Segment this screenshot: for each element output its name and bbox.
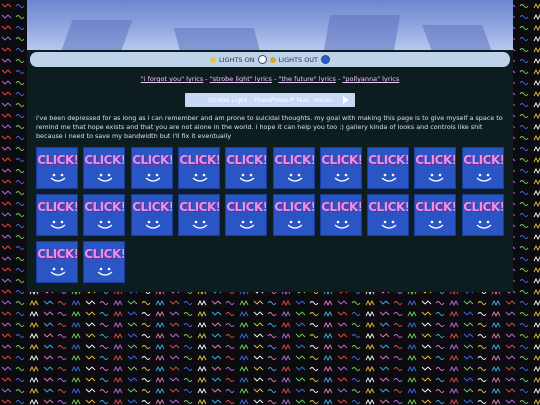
gallery-tile[interactable]: CLICK! <box>320 194 362 236</box>
lights-on-toggle[interactable] <box>257 55 267 64</box>
gallery-tile[interactable]: CLICK! <box>178 194 220 236</box>
tile-click-label: CLICK! <box>321 200 362 214</box>
tile-click-label: CLICK! <box>37 200 78 214</box>
smiley-face-icon <box>50 173 66 182</box>
lights-out-label: LIGHTS OUT <box>278 55 319 64</box>
smiley-face-icon <box>239 220 255 229</box>
smiley-face-icon <box>428 173 444 182</box>
gallery-tile[interactable]: CLICK! <box>225 194 267 236</box>
header-banner-image <box>27 0 513 50</box>
smiley-face-icon <box>97 173 113 182</box>
smiley-face-icon <box>192 173 208 182</box>
smiley-face-icon <box>334 220 350 229</box>
smiley-face-icon <box>381 173 397 182</box>
lights-out-toggle[interactable] <box>321 55 331 64</box>
smiley-face-icon <box>334 173 350 182</box>
tile-click-label: CLICK! <box>132 200 173 214</box>
tile-click-label: CLICK! <box>415 153 456 167</box>
tile-click-label: CLICK! <box>132 153 173 167</box>
lyrics-link[interactable]: "i forgot you" lyrics <box>141 75 204 83</box>
intro-paragraph: i've been depressed for as long as i can… <box>36 114 503 140</box>
smiley-face-icon <box>97 267 113 276</box>
smiley-face-icon <box>192 220 208 229</box>
lights-toggle-bar: LIGHTS ON LIGHTS OUT <box>30 52 510 67</box>
tile-click-label: CLICK! <box>226 153 267 167</box>
gallery-tile[interactable]: CLICK! <box>462 194 504 236</box>
gallery-tile[interactable]: CLICK! <box>36 194 78 236</box>
smiley-face-icon <box>287 173 303 182</box>
lyrics-link[interactable]: "strobe light" lyrics <box>210 75 272 83</box>
lights-on-label: LIGHTS ON <box>218 55 255 64</box>
smiley-face-icon <box>381 220 397 229</box>
gallery-tile[interactable]: CLICK! <box>83 241 125 283</box>
tile-click-label: CLICK! <box>321 153 362 167</box>
tile-click-label: CLICK! <box>179 200 220 214</box>
tile-click-label: CLICK! <box>463 153 504 167</box>
gallery-tile[interactable]: CLICK! <box>83 147 125 189</box>
lyrics-link[interactable]: "the future" lyrics <box>278 75 335 83</box>
smiley-face-icon <box>50 267 66 276</box>
smiley-face-icon <box>50 220 66 229</box>
gallery-tile[interactable]: CLICK! <box>414 147 456 189</box>
gallery-grid: CLICK! CLICK! CLICK! CLICK! CLICK! CLICK! CLIC… <box>36 147 510 283</box>
gallery-tile[interactable]: CLICK! <box>273 194 315 236</box>
play-icon[interactable] <box>343 96 349 104</box>
smiley-face-icon <box>476 220 492 229</box>
tile-click-label: CLICK! <box>84 200 125 214</box>
gallery-tile[interactable]: CLICK! <box>131 194 173 236</box>
tile-click-label: CLICK! <box>37 247 78 261</box>
tile-click-label: CLICK! <box>226 200 267 214</box>
smiley-face-icon <box>145 173 161 182</box>
music-player[interactable]: Strobe Light - PowaPowa-P feat. Hatsu <box>185 93 355 107</box>
smiley-face-icon <box>476 173 492 182</box>
lightbulb-icon <box>269 56 276 63</box>
smiley-face-icon <box>287 220 303 229</box>
smiley-face-icon <box>145 220 161 229</box>
tile-click-label: CLICK! <box>368 153 409 167</box>
smiley-face-icon <box>428 220 444 229</box>
gallery-tile[interactable]: CLICK! <box>273 147 315 189</box>
gallery-tile[interactable]: CLICK! <box>462 147 504 189</box>
gallery-tile[interactable]: CLICK! <box>367 147 409 189</box>
tile-click-label: CLICK! <box>84 247 125 261</box>
tile-click-label: CLICK! <box>179 153 220 167</box>
gallery-tile[interactable]: CLICK! <box>414 194 456 236</box>
gallery-tile[interactable]: CLICK! <box>367 194 409 236</box>
smiley-face-icon <box>239 173 255 182</box>
smiley-face-icon <box>97 220 113 229</box>
gallery-tile[interactable]: CLICK! <box>36 241 78 283</box>
tile-click-label: CLICK! <box>415 200 456 214</box>
tile-click-label: CLICK! <box>274 200 315 214</box>
gallery-tile[interactable]: CLICK! <box>36 147 78 189</box>
tile-click-label: CLICK! <box>37 153 78 167</box>
tile-click-label: CLICK! <box>368 200 409 214</box>
main-panel: LIGHTS ON LIGHTS OUT "i forgot you" lyri… <box>27 0 513 292</box>
gallery-tile[interactable]: CLICK! <box>83 194 125 236</box>
lyrics-links-row: "i forgot you" lyrics - "strobe light" l… <box>140 75 400 83</box>
gallery-tile[interactable]: CLICK! <box>320 147 362 189</box>
gallery-tile[interactable]: CLICK! <box>178 147 220 189</box>
lyrics-link[interactable]: "pollyanna" lyrics <box>342 75 399 83</box>
tile-click-label: CLICK! <box>84 153 125 167</box>
gallery-tile[interactable]: CLICK! <box>131 147 173 189</box>
tile-click-label: CLICK! <box>274 153 315 167</box>
lightbulb-icon <box>209 56 216 63</box>
track-title: Strobe Light - PowaPowa-P feat. Hatsu <box>207 96 333 104</box>
gallery-tile[interactable]: CLICK! <box>225 147 267 189</box>
tile-click-label: CLICK! <box>463 200 504 214</box>
